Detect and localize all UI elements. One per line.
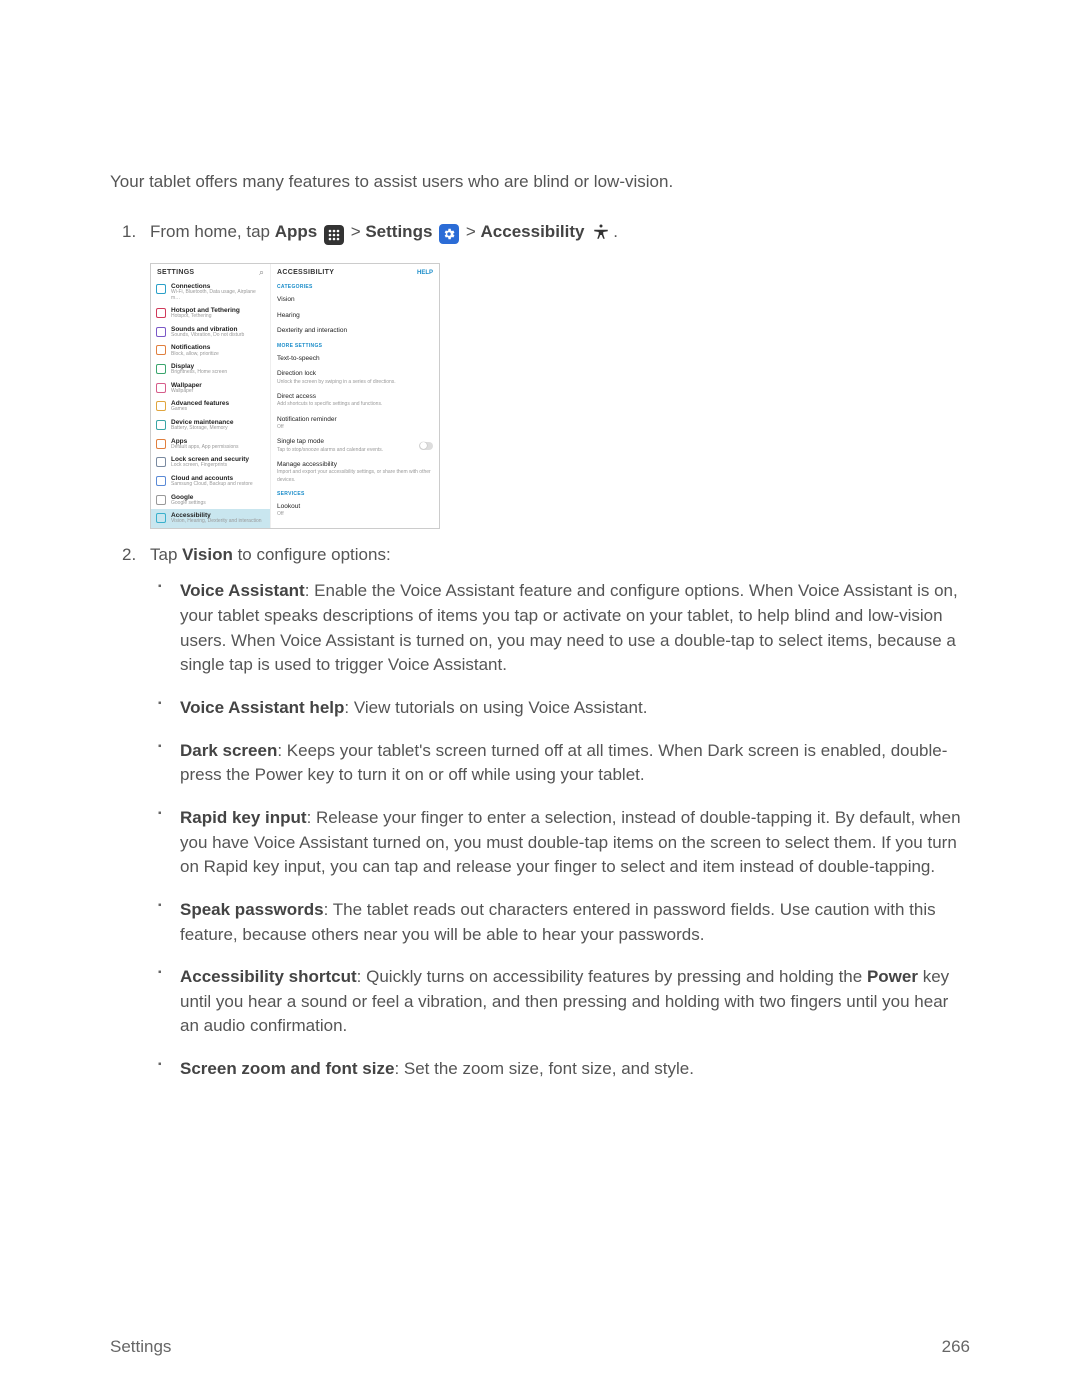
option-item: Accessibility shortcut: Quickly turns on… (180, 965, 970, 1039)
apps-icon (324, 225, 344, 245)
settings-row: Hotspot and TetheringHotspot, Tethering (151, 304, 270, 323)
page: Vision Your tablet offers many features … (0, 0, 1080, 1397)
row-direction-lock: Direction lockUnlock the screen by swipi… (271, 366, 439, 389)
row-icon (156, 284, 166, 294)
option-item: Rapid key input: Release your finger to … (180, 806, 970, 880)
shot-left-title: SETTINGS (157, 268, 194, 278)
row-icon (156, 439, 166, 449)
apps-label: Apps (275, 222, 318, 241)
option-item: Dark screen: Keeps your tablet's screen … (180, 739, 970, 788)
shot-accessibility-pane: ACCESSIBILITY HELP CATEGORIES Vision Hea… (271, 264, 439, 528)
row-manage-accessibility: Manage accessibilityImport and export yo… (271, 457, 439, 487)
option-item: Screen zoom and font size: Set the zoom … (180, 1057, 970, 1082)
row-icon (156, 383, 166, 393)
settings-row: DisplayBrightness, Home screen (151, 360, 270, 379)
search-icon: ⌕ (259, 266, 264, 279)
settings-row: AccessibilityVision, Hearing, Dexterity … (151, 509, 270, 528)
row-icon (156, 476, 166, 486)
row-icon (156, 495, 166, 505)
option-item: Voice Assistant: Enable the Voice Assist… (180, 579, 970, 678)
footer-left: Settings (110, 1337, 171, 1357)
shot-left-header: SETTINGS ⌕ (151, 264, 270, 280)
more-settings-label: MORE SETTINGS (271, 339, 439, 351)
row-single-tap: Single tap modeTap to stop/snooze alarms… (271, 434, 439, 457)
settings-row: AppsDefault apps, App permissions (151, 435, 270, 454)
settings-row: ConnectionsWi-Fi, Bluetooth, Data usage,… (151, 280, 270, 304)
categories-label: CATEGORIES (271, 280, 439, 292)
footer-right: 266 (942, 1337, 970, 1357)
intro-text: Your tablet offers many features to assi… (110, 172, 970, 192)
page-footer: Settings 266 (110, 1337, 970, 1357)
row-notification-reminder: Notification reminderOff (271, 412, 439, 435)
row-direct-access: Direct accessAdd shortcuts to specific s… (271, 389, 439, 412)
shot-settings-pane: SETTINGS ⌕ ConnectionsWi-Fi, Bluetooth, … (151, 264, 271, 528)
option-item: Speak passwords: The tablet reads out ch… (180, 898, 970, 947)
toggle-icon (419, 442, 433, 450)
row-icon (156, 364, 166, 374)
row-icon (156, 308, 166, 318)
settings-icon (439, 224, 459, 244)
row-dexterity: Dexterity and interaction (271, 323, 439, 338)
shot-right-title: ACCESSIBILITY (277, 268, 334, 278)
period: . (613, 222, 618, 241)
row-icon (156, 401, 166, 411)
sep2: > (466, 222, 481, 241)
settings-row: Advanced featuresGames (151, 397, 270, 416)
row-hearing: Hearing (271, 308, 439, 323)
row-lookout: LookoutOff (271, 499, 439, 522)
settings-label: Settings (365, 222, 432, 241)
settings-row: GoogleGoogle settings (151, 491, 270, 510)
option-item: Voice Assistant help: View tutorials on … (180, 696, 970, 721)
settings-row: Sounds and vibrationSounds, Vibration, D… (151, 323, 270, 342)
steps-list: From home, tap Apps > Settings > Accessi… (110, 220, 970, 1082)
step2-suffix: to configure options: (233, 545, 391, 564)
settings-row: Device maintenanceBattery, Storage, Memo… (151, 416, 270, 435)
services-label: SERVICES (271, 487, 439, 499)
row-icon (156, 420, 166, 430)
step-2: Tap Vision to configure options: Voice A… (150, 543, 970, 1082)
settings-row: Cloud and accountsSamsung Cloud, Backup … (151, 472, 270, 491)
accessibility-label: Accessibility (481, 222, 585, 241)
device-screenshot: SETTINGS ⌕ ConnectionsWi-Fi, Bluetooth, … (150, 263, 440, 529)
settings-row: WallpaperWallpaper (151, 379, 270, 398)
row-icon (156, 327, 166, 337)
step1-prefix: From home, tap (150, 222, 275, 241)
step2-prefix: Tap (150, 545, 182, 564)
accessibility-icon (591, 222, 611, 242)
row-icon (156, 513, 166, 523)
sep1: > (351, 222, 366, 241)
row-icon (156, 345, 166, 355)
help-link: HELP (417, 269, 433, 278)
settings-row: Lock screen and securityLock screen, Fin… (151, 453, 270, 472)
vision-label: Vision (182, 545, 233, 564)
row-icon (156, 457, 166, 467)
row-vision: Vision (271, 292, 439, 307)
options-list: Voice Assistant: Enable the Voice Assist… (150, 579, 970, 1081)
settings-row: NotificationsBlock, allow, prioritize (151, 341, 270, 360)
row-tts: Text-to-speech (271, 351, 439, 366)
step-1: From home, tap Apps > Settings > Accessi… (150, 220, 970, 529)
shot-right-header: ACCESSIBILITY HELP (271, 264, 439, 280)
